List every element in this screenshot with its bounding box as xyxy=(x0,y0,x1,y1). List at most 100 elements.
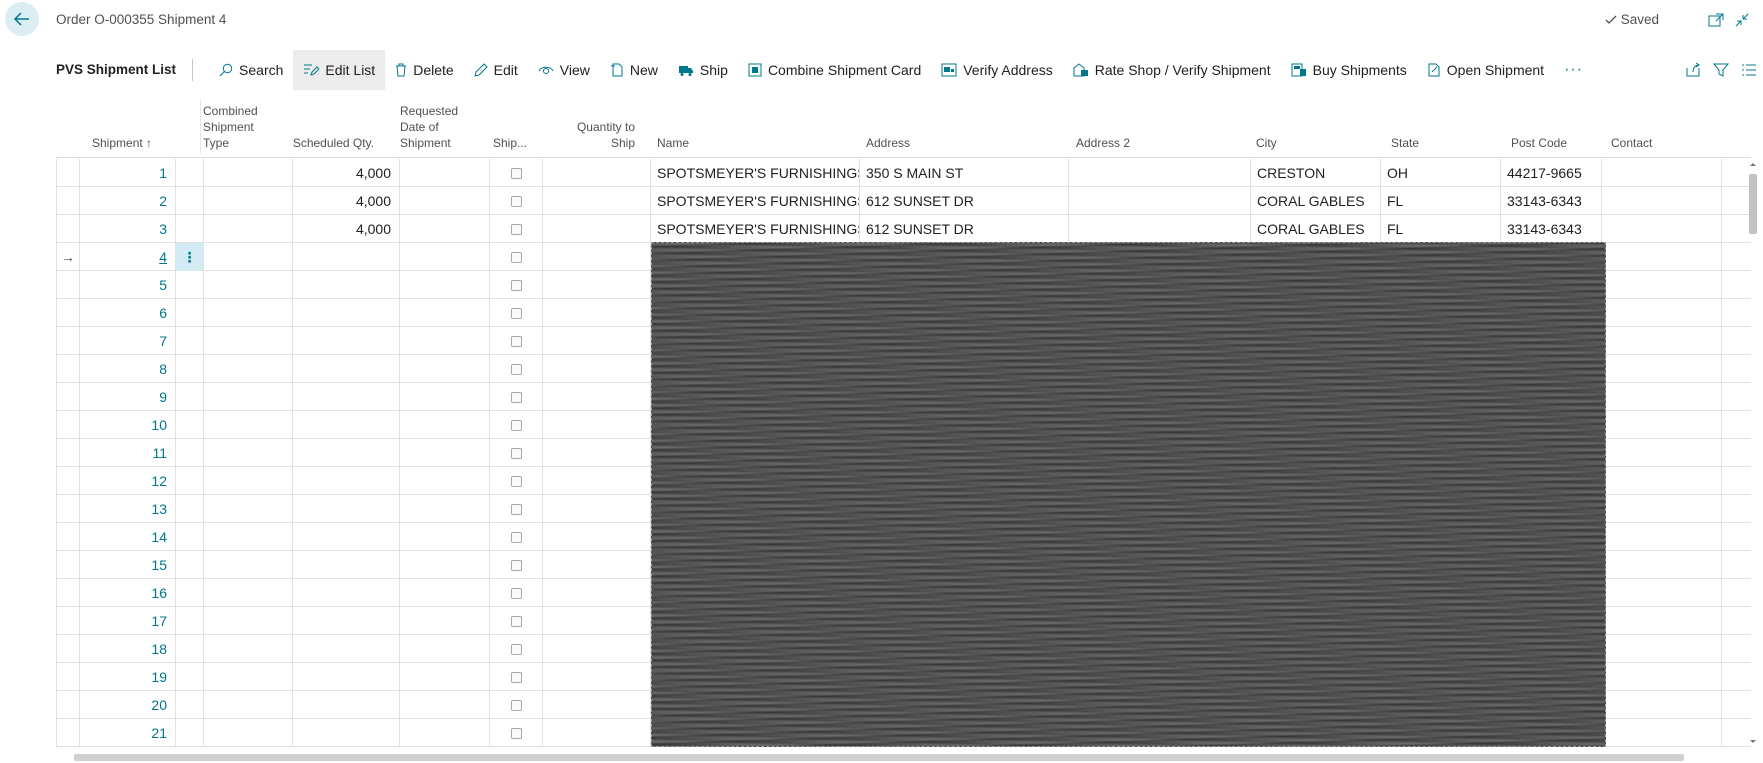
ship-checkbox[interactable] xyxy=(510,727,522,739)
back-button[interactable] xyxy=(5,2,39,36)
ship-checkbox[interactable] xyxy=(510,251,522,263)
combine-shipment-card-button[interactable]: Combine Shipment Card xyxy=(738,50,931,90)
open-shipment-button[interactable]: Open Shipment xyxy=(1417,50,1554,90)
cell-shipment-number[interactable]: 9 xyxy=(80,383,176,411)
cell-shipment-number[interactable]: 4 xyxy=(80,243,176,271)
cell-ship-checkbox[interactable] xyxy=(490,187,543,215)
search-button[interactable]: Search xyxy=(209,50,293,90)
column-header-requested-date[interactable]: Requested Date of Shipment xyxy=(400,103,480,151)
column-header-name[interactable]: Name xyxy=(657,135,689,151)
cell-shipment-number[interactable]: 11 xyxy=(80,439,176,467)
cell-ship-checkbox[interactable] xyxy=(490,719,543,747)
horizontal-scroll-thumb[interactable] xyxy=(74,754,1684,761)
cell-shipment-number[interactable]: 7 xyxy=(80,327,176,355)
cell-ship-checkbox[interactable] xyxy=(490,495,543,523)
cell-ship-checkbox[interactable] xyxy=(490,551,543,579)
column-header-contact[interactable]: Contact xyxy=(1611,135,1652,151)
ship-checkbox[interactable] xyxy=(510,531,522,543)
collapse-icon[interactable] xyxy=(1733,11,1751,29)
cell-shipment-number[interactable]: 1 xyxy=(80,159,176,187)
more-actions-button[interactable]: ··· xyxy=(1554,61,1593,79)
ship-checkbox[interactable] xyxy=(510,167,522,179)
scroll-up-icon[interactable] xyxy=(1747,160,1759,168)
ship-checkbox[interactable] xyxy=(510,643,522,655)
ship-checkbox[interactable] xyxy=(510,503,522,515)
table-row[interactable]: 2 4,000 SPOTSMEYER'S FURNISHINGS 612 SUNSET… xyxy=(56,187,1751,215)
cell-ship-checkbox[interactable] xyxy=(490,439,543,467)
ship-checkbox[interactable] xyxy=(510,587,522,599)
row-actions-menu-icon[interactable]: ⋮ xyxy=(176,243,204,271)
rate-shop-button[interactable]: Rate Shop / Verify Shipment xyxy=(1063,50,1281,90)
cell-shipment-number[interactable]: 15 xyxy=(80,551,176,579)
cell-ship-checkbox[interactable] xyxy=(490,271,543,299)
ship-checkbox[interactable] xyxy=(510,559,522,571)
cell-shipment-number[interactable]: 19 xyxy=(80,663,176,691)
cell-shipment-number[interactable]: 8 xyxy=(80,355,176,383)
buy-shipments-button[interactable]: Buy Shipments xyxy=(1281,50,1417,90)
cell-shipment-number[interactable]: 21 xyxy=(80,719,176,747)
column-header-city[interactable]: City xyxy=(1256,135,1277,151)
vertical-scrollbar[interactable] xyxy=(1747,160,1759,746)
cell-ship-checkbox[interactable] xyxy=(490,411,543,439)
cell-ship-checkbox[interactable] xyxy=(490,607,543,635)
cell-shipment-number[interactable]: 16 xyxy=(80,579,176,607)
ship-checkbox[interactable] xyxy=(510,363,522,375)
column-header-combined-type[interactable]: Combined Shipment Type xyxy=(203,103,281,151)
ship-checkbox[interactable] xyxy=(510,195,522,207)
cell-ship-checkbox[interactable] xyxy=(490,299,543,327)
cell-ship-checkbox[interactable] xyxy=(490,467,543,495)
column-header-scheduled-qty[interactable]: Scheduled Qty. xyxy=(278,135,374,151)
cell-shipment-number[interactable]: 10 xyxy=(80,411,176,439)
cell-ship-checkbox[interactable] xyxy=(490,691,543,719)
cell-shipment-number[interactable]: 5 xyxy=(80,271,176,299)
ship-checkbox[interactable] xyxy=(510,419,522,431)
cell-ship-checkbox[interactable] xyxy=(490,355,543,383)
cell-shipment-number[interactable]: 18 xyxy=(80,635,176,663)
view-button[interactable]: View xyxy=(528,50,600,90)
cell-ship-checkbox[interactable] xyxy=(490,523,543,551)
horizontal-scrollbar[interactable] xyxy=(56,752,1756,762)
edit-button[interactable]: Edit xyxy=(464,50,528,90)
ship-checkbox[interactable] xyxy=(510,279,522,291)
cell-ship-checkbox[interactable] xyxy=(490,243,543,271)
cell-ship-checkbox[interactable] xyxy=(490,663,543,691)
scroll-down-icon[interactable] xyxy=(1747,738,1759,746)
column-header-shipment[interactable]: Shipment ↑ xyxy=(92,135,152,151)
list-view-icon[interactable] xyxy=(1741,62,1757,78)
ship-checkbox[interactable] xyxy=(510,391,522,403)
column-header-ship[interactable]: Ship... xyxy=(493,135,527,151)
cell-ship-checkbox[interactable] xyxy=(490,635,543,663)
vertical-scroll-thumb[interactable] xyxy=(1749,174,1757,234)
edit-list-button[interactable]: Edit List xyxy=(293,50,386,90)
verify-address-button[interactable]: Verify Address xyxy=(931,50,1063,90)
cell-ship-checkbox[interactable] xyxy=(490,579,543,607)
cell-shipment-number[interactable]: 13 xyxy=(80,495,176,523)
column-header-state[interactable]: State xyxy=(1391,135,1419,151)
open-new-window-icon[interactable] xyxy=(1707,11,1725,29)
column-header-address2[interactable]: Address 2 xyxy=(1076,135,1130,151)
ship-checkbox[interactable] xyxy=(510,335,522,347)
cell-ship-checkbox[interactable] xyxy=(490,159,543,187)
column-header-post-code[interactable]: Post Code xyxy=(1511,135,1567,151)
ship-checkbox[interactable] xyxy=(510,475,522,487)
ship-checkbox[interactable] xyxy=(510,223,522,235)
delete-button[interactable]: Delete xyxy=(385,50,463,90)
cell-shipment-number[interactable]: 14 xyxy=(80,523,176,551)
table-row[interactable]: 3 4,000 SPOTSMEYER'S FURNISHINGS 612 SUNSET… xyxy=(56,215,1751,243)
ship-button[interactable]: Ship xyxy=(668,50,738,90)
column-header-address[interactable]: Address xyxy=(866,135,910,151)
ship-checkbox[interactable] xyxy=(510,671,522,683)
cell-shipment-number[interactable]: 12 xyxy=(80,467,176,495)
ship-checkbox[interactable] xyxy=(510,447,522,459)
cell-shipment-number[interactable]: 17 xyxy=(80,607,176,635)
ship-checkbox[interactable] xyxy=(510,615,522,627)
cell-shipment-number[interactable]: 6 xyxy=(80,299,176,327)
cell-shipment-number[interactable]: 20 xyxy=(80,691,176,719)
cell-ship-checkbox[interactable] xyxy=(490,215,543,243)
filter-icon[interactable] xyxy=(1713,62,1729,78)
table-row[interactable]: 1 4,000 SPOTSMEYER'S FURNISHINGS 350 S MAIN… xyxy=(56,159,1751,187)
cell-ship-checkbox[interactable] xyxy=(490,327,543,355)
cell-shipment-number[interactable]: 2 xyxy=(80,187,176,215)
ship-checkbox[interactable] xyxy=(510,699,522,711)
cell-shipment-number[interactable]: 3 xyxy=(80,215,176,243)
